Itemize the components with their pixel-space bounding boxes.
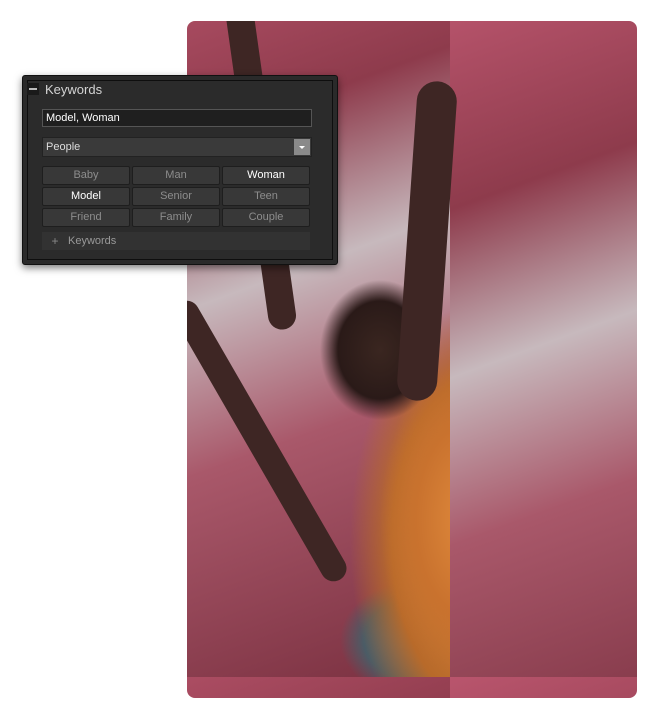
- tag-button[interactable]: Couple: [222, 208, 310, 227]
- tag-button[interactable]: Senior: [132, 187, 220, 206]
- tag-button[interactable]: Friend: [42, 208, 130, 227]
- keywords-input[interactable]: Model, Woman: [42, 109, 312, 127]
- keywords-panel: Keywords Model, Woman People Baby Man Wo…: [22, 75, 338, 265]
- tree-trunk: [395, 79, 459, 403]
- tag-button[interactable]: Baby: [42, 166, 130, 185]
- keywords-expander-label: Keywords: [68, 235, 117, 247]
- panel-header[interactable]: Keywords: [27, 80, 102, 98]
- category-select-value: People: [46, 141, 81, 153]
- category-select[interactable]: People: [42, 137, 312, 157]
- tag-button[interactable]: Model: [42, 187, 130, 206]
- collapse-icon[interactable]: [27, 83, 39, 95]
- tag-button[interactable]: Man: [132, 166, 220, 185]
- tree-branch: [187, 295, 352, 587]
- tag-button[interactable]: Woman: [222, 166, 310, 185]
- chevron-down-icon[interactable]: [294, 139, 310, 155]
- tag-grid: Baby Man Woman Model Senior Teen Friend …: [42, 166, 310, 227]
- keywords-expander[interactable]: + Keywords: [42, 232, 310, 250]
- panel-title: Keywords: [45, 81, 103, 97]
- tag-button[interactable]: Teen: [222, 187, 310, 206]
- tag-button[interactable]: Family: [132, 208, 220, 227]
- plus-icon[interactable]: +: [48, 232, 62, 250]
